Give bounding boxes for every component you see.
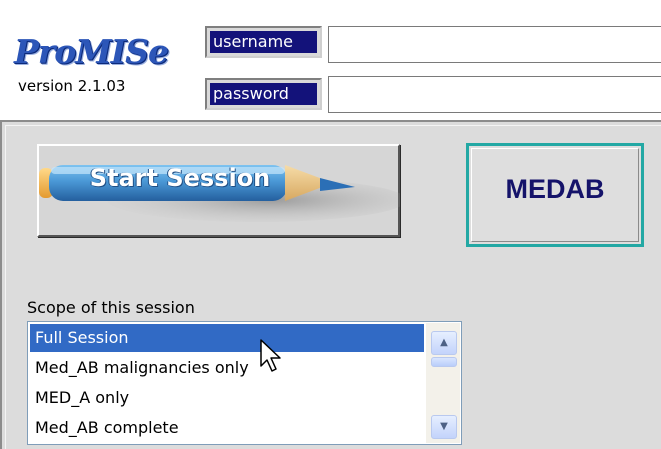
start-session-button[interactable] (37, 144, 400, 237)
scope-label: Scope of this session (27, 298, 195, 317)
scope-scrollbar[interactable]: ▲ ▼ (426, 323, 460, 443)
password-field[interactable] (328, 76, 661, 113)
scope-item-med-ab-complete[interactable]: Med_AB complete (30, 414, 424, 442)
username-label: username (210, 31, 317, 53)
chevron-down-icon: ▼ (440, 421, 448, 432)
scope-item-med-a-only[interactable]: MED_A only (30, 384, 424, 412)
app-logo: ProMISe (14, 32, 169, 71)
medab-label: MEDAB (505, 174, 605, 204)
scope-item-med-ab-malignancies[interactable]: Med_AB malignancies only (30, 354, 424, 382)
username-label-box: username (205, 26, 322, 58)
scroll-down-button[interactable]: ▼ (431, 415, 457, 439)
scope-listbox[interactable]: Full Session Med_AB malignancies only ME… (27, 321, 462, 445)
chevron-up-icon: ▲ (440, 337, 448, 348)
scope-item-full-session[interactable]: Full Session (30, 324, 424, 352)
version-text: version 2.1.03 (18, 77, 126, 95)
scroll-up-button[interactable]: ▲ (431, 331, 457, 355)
username-field[interactable] (328, 26, 661, 63)
password-label: password (210, 83, 317, 105)
password-label-box: password (205, 78, 322, 110)
medab-button[interactable]: MEDAB (466, 143, 644, 247)
scroll-thumb[interactable] (431, 357, 457, 367)
